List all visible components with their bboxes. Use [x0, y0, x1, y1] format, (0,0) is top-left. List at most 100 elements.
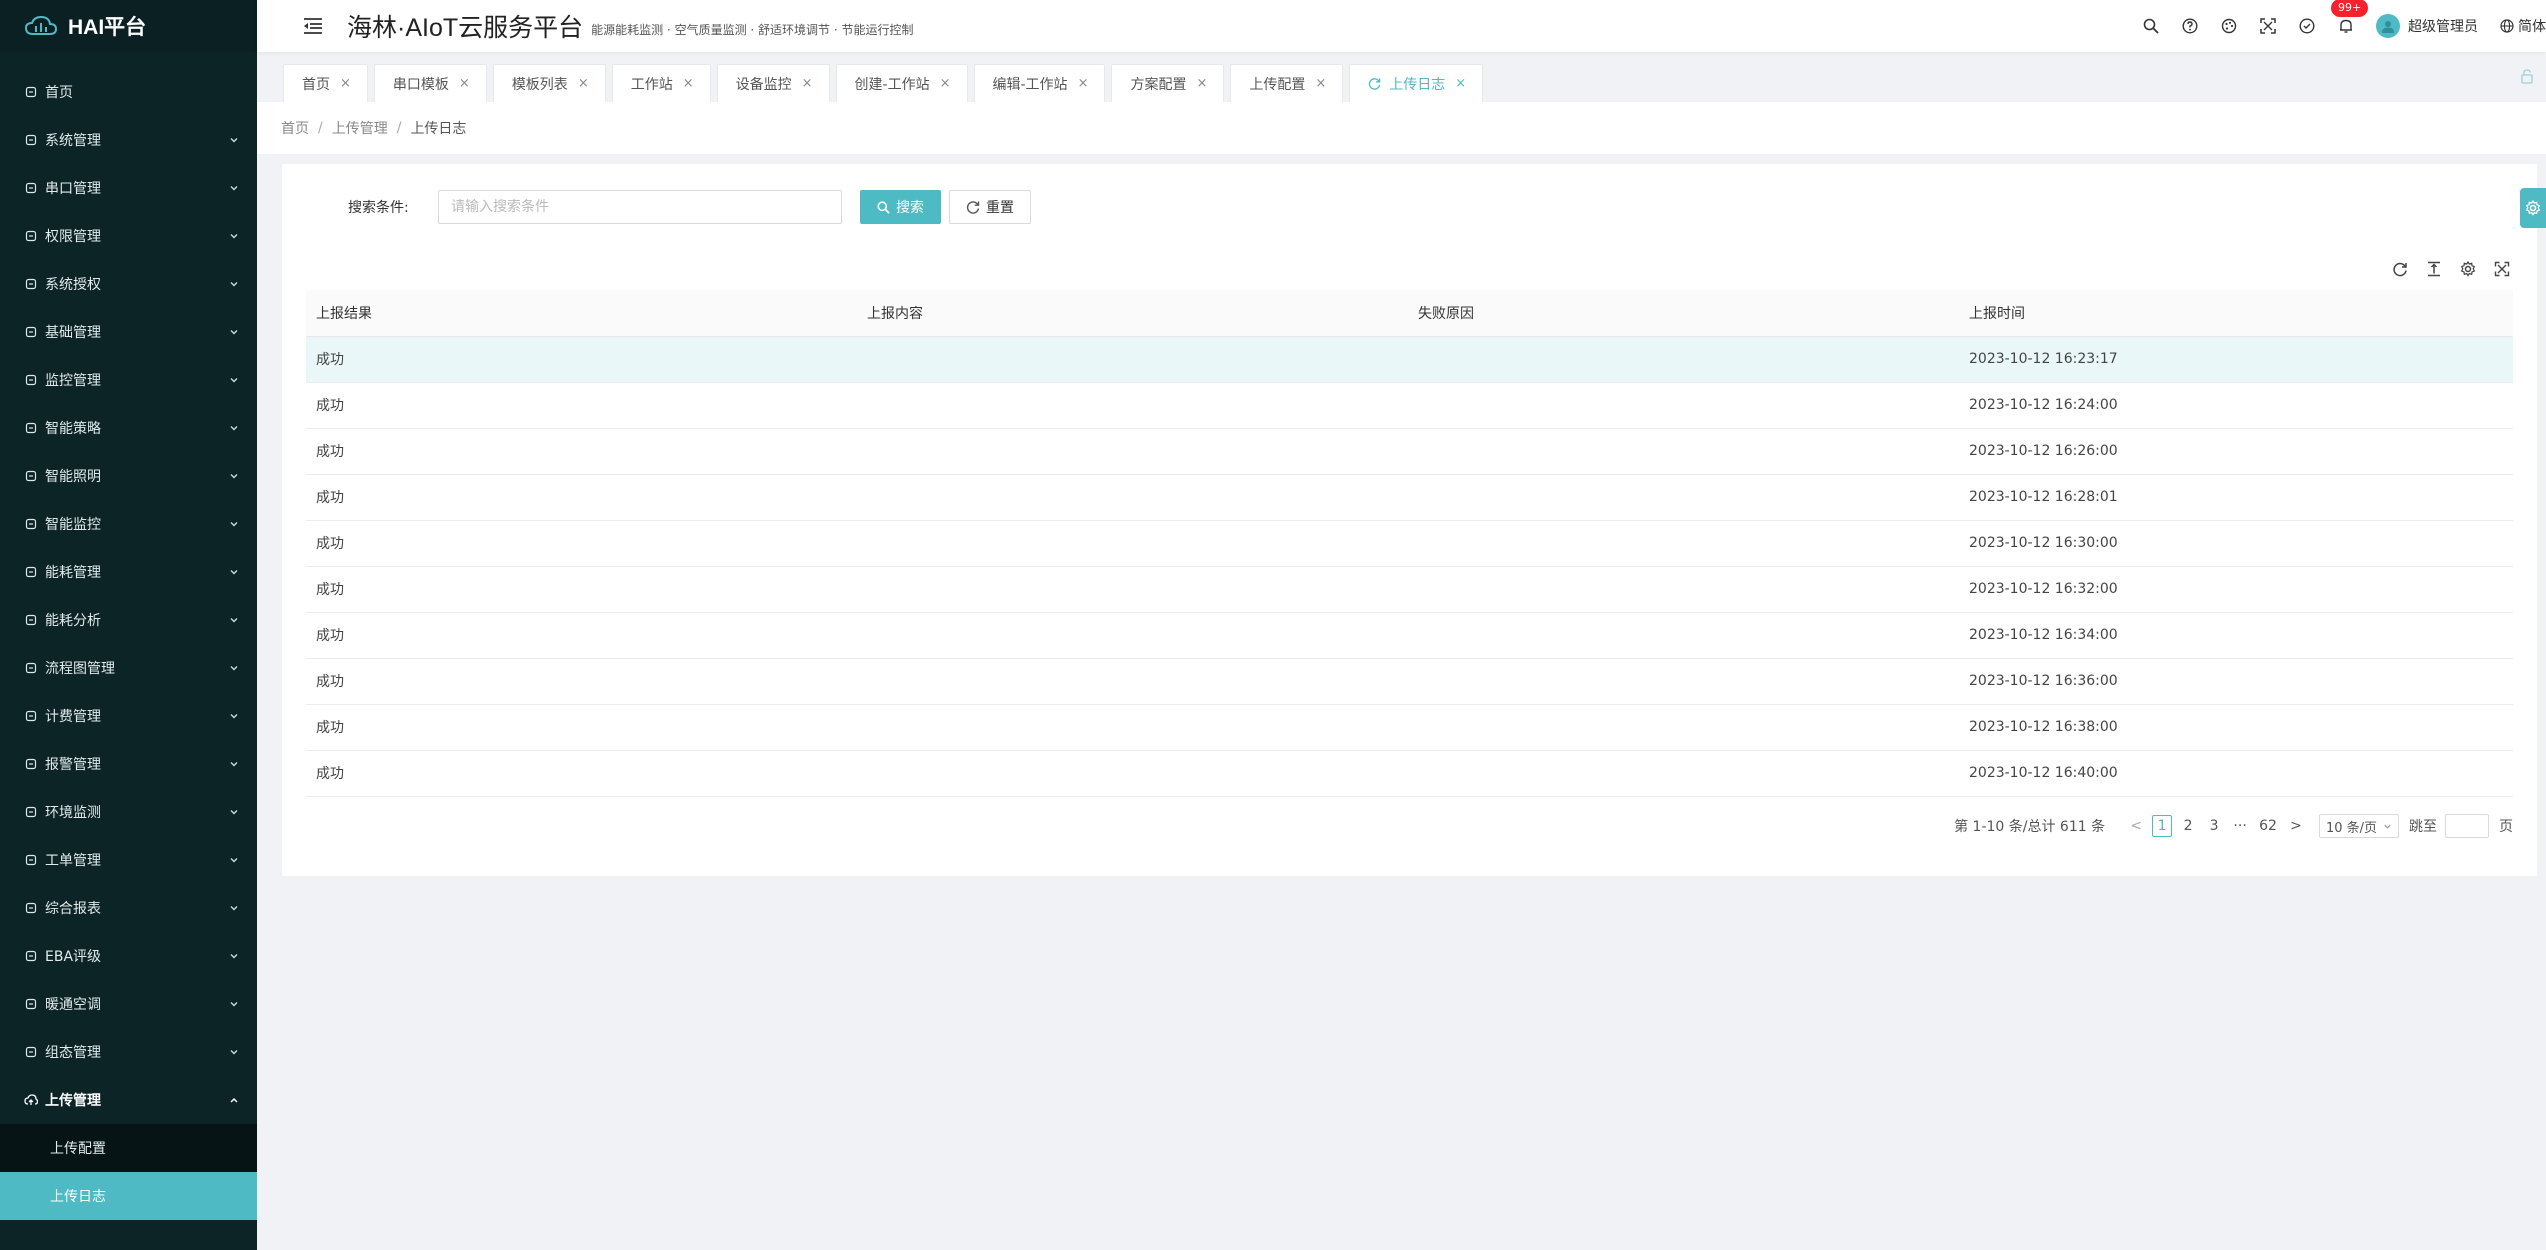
sidebar-item-4[interactable]: 系统授权: [0, 260, 257, 308]
breadcrumb-upload-management[interactable]: 上传管理: [332, 118, 388, 138]
next-page-button[interactable]: >: [2286, 815, 2306, 837]
refresh-icon[interactable]: [1368, 77, 1381, 90]
close-icon[interactable]: ×: [1455, 76, 1466, 91]
close-icon[interactable]: ×: [940, 76, 951, 91]
table-row[interactable]: 成功 2023-10-12 16:28:01: [306, 474, 2513, 521]
table-row[interactable]: 成功 2023-10-12 16:34:00: [306, 612, 2513, 659]
sidebar-item-15[interactable]: 环境监测: [0, 788, 257, 836]
tab-8[interactable]: 上传配置 ×: [1230, 64, 1344, 102]
chevron-down-icon: [229, 615, 239, 625]
sidebar-item-17[interactable]: 综合报表: [0, 884, 257, 932]
table-row[interactable]: 成功 2023-10-12 16:32:00: [306, 566, 2513, 613]
sidebar-item-upload-management[interactable]: 上传管理: [0, 1076, 257, 1124]
sidebar-item-9[interactable]: 智能监控: [0, 500, 257, 548]
column-header-content[interactable]: 上报内容: [857, 290, 1408, 337]
sidebar-item-2[interactable]: 串口管理: [0, 164, 257, 212]
tab-9[interactable]: 上传日志 ×: [1349, 64, 1484, 102]
tab-3[interactable]: 工作站 ×: [611, 64, 711, 102]
tab-6[interactable]: 编辑-工作站 ×: [973, 64, 1106, 102]
sidebar-item-12[interactable]: 流程图管理: [0, 644, 257, 692]
lock-icon[interactable]: [2520, 68, 2534, 88]
sidebar-item-10[interactable]: 能耗管理: [0, 548, 257, 596]
table-row[interactable]: 成功 2023-10-12 16:38:00: [306, 704, 2513, 751]
table-row[interactable]: 成功 2023-10-12 16:23:17: [306, 336, 2513, 383]
fullscreen-icon[interactable]: [2259, 17, 2277, 35]
reset-button[interactable]: 重置: [949, 190, 1031, 224]
close-icon[interactable]: ×: [578, 76, 589, 91]
language-switch[interactable]: 简体: [2500, 16, 2546, 36]
close-icon[interactable]: ×: [802, 76, 813, 91]
tab-4[interactable]: 设备监控 ×: [716, 64, 830, 102]
sidebar-item-18[interactable]: EBA评级: [0, 932, 257, 980]
sidebar-subitem-upload-log[interactable]: 上传日志: [0, 1172, 257, 1220]
sidebar-item-20[interactable]: 组态管理: [0, 1028, 257, 1076]
close-icon[interactable]: ×: [340, 76, 351, 91]
page-size-select[interactable]: 10 条/页: [2318, 814, 2399, 838]
table-body: 成功 2023-10-12 16:23:17 成功 2023-10-12 16:24:…: [306, 336, 2513, 797]
close-icon[interactable]: ×: [1315, 76, 1326, 91]
search-button[interactable]: 搜索: [860, 190, 941, 224]
fullscreen-icon[interactable]: [2493, 260, 2511, 278]
settings-drawer-button[interactable]: [2520, 188, 2546, 228]
brand-logo[interactable]: HAI平台: [0, 0, 257, 52]
sidebar-subitem-upload-config[interactable]: 上传配置: [0, 1124, 257, 1172]
tab-5[interactable]: 创建-工作站 ×: [835, 64, 968, 102]
sidebar-item-1[interactable]: 系统管理: [0, 116, 257, 164]
sidebar-item-label: 权限管理: [45, 229, 101, 245]
table-row[interactable]: 成功 2023-10-12 16:26:00: [306, 428, 2513, 475]
page-1-button[interactable]: 1: [2152, 815, 2173, 837]
page-3-button[interactable]: 3: [2204, 815, 2224, 837]
sidebar-item-7[interactable]: 智能策略: [0, 404, 257, 452]
bell-icon[interactable]: 99+: [2331, 0, 2369, 35]
cell-failure-reason: [1408, 704, 1959, 751]
sidebar-item-11[interactable]: 能耗分析: [0, 596, 257, 644]
sidebar-item-19[interactable]: 暖通空调: [0, 980, 257, 1028]
sidebar-item-label: 计费管理: [45, 709, 101, 725]
search-input[interactable]: [438, 190, 842, 224]
page-2-button[interactable]: 2: [2178, 815, 2198, 837]
column-header-failure-reason[interactable]: 失败原因: [1408, 290, 1959, 337]
tab-label: 首页: [302, 76, 330, 93]
column-header-time[interactable]: 上报时间: [1959, 290, 2513, 337]
column-height-icon[interactable]: [2425, 260, 2443, 278]
close-icon[interactable]: ×: [459, 76, 470, 91]
pagination-total: 第 1-10 条/总计 611 条: [1954, 819, 2106, 835]
close-icon[interactable]: ×: [1196, 76, 1207, 91]
tab-1[interactable]: 串口模板 ×: [373, 64, 487, 102]
sidebar-item-3[interactable]: 权限管理: [0, 212, 257, 260]
tab-0[interactable]: 首页 ×: [283, 64, 368, 102]
sidebar-item-14[interactable]: 报警管理: [0, 740, 257, 788]
table-row[interactable]: 成功 2023-10-12 16:40:00: [306, 750, 2513, 797]
avatar: [2376, 14, 2400, 38]
settings-icon[interactable]: [2459, 260, 2477, 278]
help-icon[interactable]: [2181, 17, 2199, 35]
breadcrumb-home[interactable]: 首页: [281, 118, 309, 138]
search-button-label: 搜索: [896, 200, 924, 216]
close-icon[interactable]: ×: [1078, 76, 1089, 91]
sidebar-item-13[interactable]: 计费管理: [0, 692, 257, 740]
jump-page-input[interactable]: [2445, 814, 2489, 838]
table-row[interactable]: 成功 2023-10-12 16:30:00: [306, 520, 2513, 567]
tab-2[interactable]: 模板列表 ×: [492, 64, 606, 102]
last-page-button[interactable]: 62: [2256, 815, 2280, 837]
theme-icon[interactable]: [2220, 17, 2238, 35]
user-menu[interactable]: 超级管理员: [2376, 14, 2478, 38]
clock-check-icon[interactable]: [2298, 17, 2316, 35]
bar-chart-icon: [24, 613, 38, 627]
table-row[interactable]: 成功 2023-10-12 16:24:00: [306, 382, 2513, 429]
upload-submenu: 上传配置 上传日志: [0, 1124, 257, 1220]
column-header-result[interactable]: 上报结果: [306, 290, 857, 337]
search-icon[interactable]: [2142, 17, 2160, 35]
sidebar-item-8[interactable]: 智能照明: [0, 452, 257, 500]
tab-7[interactable]: 方案配置 ×: [1111, 64, 1225, 102]
sidebar-item-5[interactable]: 基础管理: [0, 308, 257, 356]
close-icon[interactable]: ×: [683, 76, 694, 91]
sidebar-item-6[interactable]: 监控管理: [0, 356, 257, 404]
reload-icon[interactable]: [2391, 260, 2409, 278]
menu-fold-button[interactable]: [303, 16, 323, 36]
prev-page-button[interactable]: <: [2126, 815, 2146, 837]
sidebar-item-0[interactable]: 首页: [0, 68, 257, 116]
table-row[interactable]: 成功 2023-10-12 16:36:00: [306, 658, 2513, 705]
jump-next-ellipsis[interactable]: ···: [2230, 815, 2250, 837]
sidebar-item-16[interactable]: 工单管理: [0, 836, 257, 884]
